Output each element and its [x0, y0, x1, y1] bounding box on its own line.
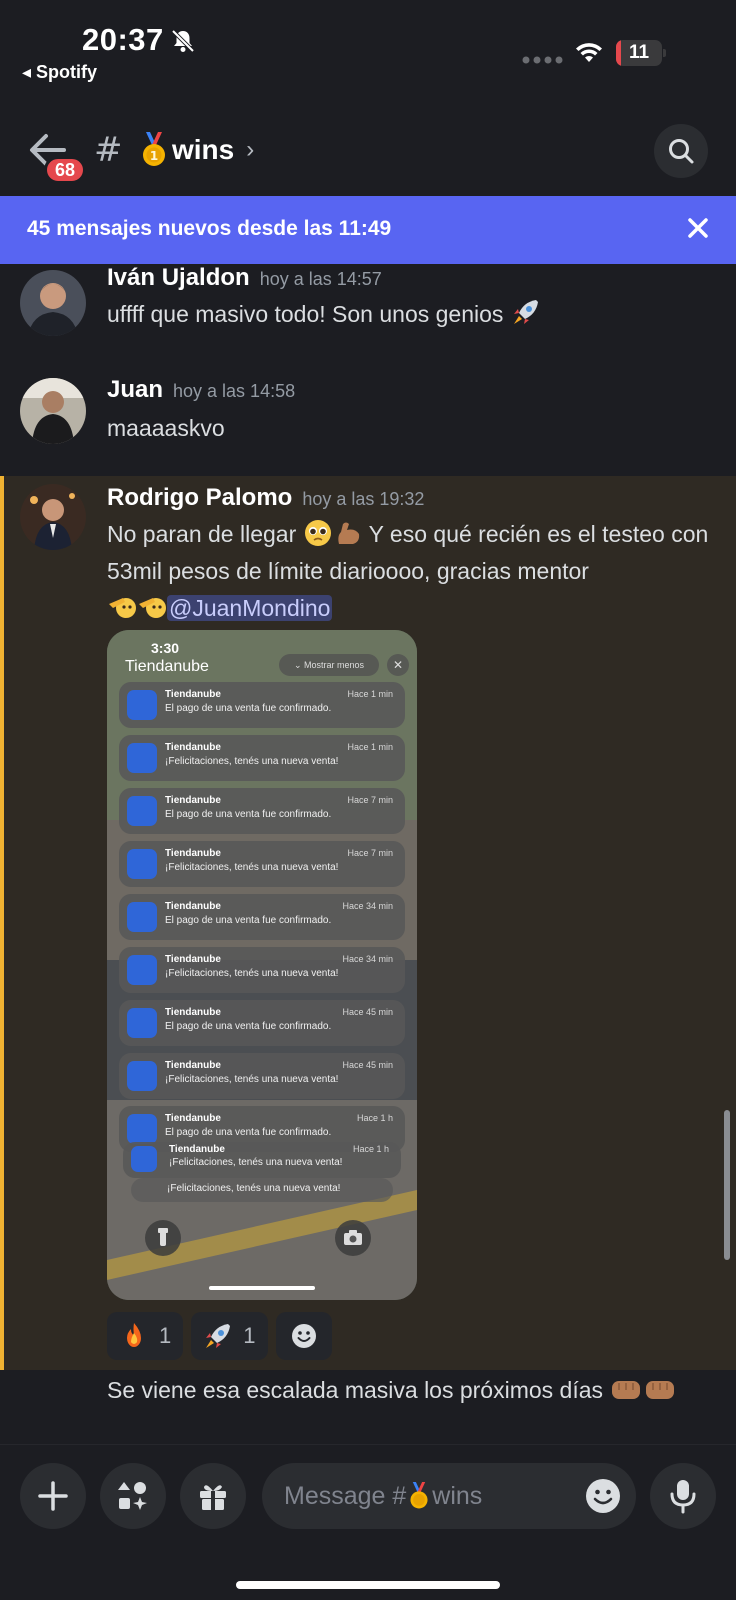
attachment-home-indicator [209, 1286, 315, 1290]
svg-text:1: 1 [150, 149, 158, 163]
battery-level: 11 [628, 42, 650, 63]
channel-header: 68 # 1 wins › [0, 100, 736, 196]
notification: Tiendanube ¡Felicitaciones, tenés una nu… [119, 947, 405, 993]
medal-icon [410, 1482, 428, 1509]
tiendanube-icon [127, 1008, 157, 1038]
tiendanube-icon [127, 690, 157, 720]
attachment-time: 3:30 [151, 640, 180, 656]
image-attachment[interactable]: 3:30 Tiendanube ⌄ Mostrar menos ✕ Tienda… [107, 630, 417, 1300]
medal-icon: 1 [143, 132, 165, 166]
message-input-placeholder: Message # wins [284, 1481, 483, 1510]
message-text: maaaaskvo [107, 415, 225, 441]
avatar[interactable] [20, 484, 86, 550]
message-text: Se viene esa escalada masiva los próximo… [107, 1372, 717, 1409]
reactions-bar: 1 1 [107, 1312, 332, 1360]
salute-emoji-icon [109, 598, 136, 618]
timestamp: hoy a las 14:57 [259, 269, 382, 289]
fist-bump-emoji-icon [612, 1381, 641, 1399]
add-attachment-button[interactable] [20, 1463, 86, 1529]
search-icon [669, 139, 694, 164]
new-messages-text: 45 mensajes nuevos desde las 11:49 [27, 217, 392, 240]
status-time: 20:37 [82, 22, 164, 57]
notification: Tiendanube El pago de una venta fue conf… [119, 682, 405, 728]
fist-bump-emoji-icon [646, 1381, 675, 1399]
message-juan[interactable]: Juan hoy a las 14:58 maaaaskvo [0, 370, 736, 470]
flashlight-icon [145, 1220, 181, 1256]
microphone-icon [670, 1480, 696, 1514]
pleading-face-emoji-icon [304, 520, 331, 546]
attachment-app-name: Tiendanube [125, 658, 209, 675]
show-less-button: ⌄ Mostrar menos [279, 654, 379, 676]
add-reaction-button[interactable] [275, 1312, 332, 1360]
notification: Tiendanube ¡Felicitaciones, tenés una nu… [119, 735, 405, 781]
rocket-emoji-icon [206, 1324, 231, 1348]
bell-muted-icon [171, 29, 195, 53]
emoji-picker-icon[interactable] [584, 1477, 622, 1515]
close-icon: ✕ [387, 654, 409, 676]
user-mention[interactable]: @JuanMondino [167, 595, 333, 621]
reaction-fire[interactable]: 1 [107, 1312, 184, 1360]
avatar[interactable] [20, 378, 86, 444]
notification: Tiendanube El pago de una venta fue conf… [119, 1000, 405, 1046]
notification: Tiendanube El pago de una venta fue conf… [119, 788, 405, 834]
channel-title-button[interactable]: 1 wins › [140, 130, 254, 170]
rocket-emoji-icon [513, 300, 538, 324]
new-messages-banner[interactable]: 45 mensajes nuevos desde las 11:49 [0, 196, 736, 264]
notification-stacked: Tiendanube ¡Felicitaciones, tenés una nu… [123, 1142, 401, 1178]
tiendanube-icon [127, 796, 157, 826]
battery-indicator: 11 [616, 40, 666, 66]
tiendanube-icon [127, 849, 157, 879]
message-ivan[interactable]: Iván Ujaldon hoy a las 14:57 uffff que ma… [0, 264, 736, 364]
author-name[interactable]: Iván Ujaldon hoy a las 14:57 [107, 264, 382, 292]
gift-button[interactable] [180, 1463, 246, 1529]
plus-icon [38, 1481, 68, 1511]
signal-dots-icon [522, 56, 563, 64]
tiendanube-icon [127, 902, 157, 932]
avatar[interactable] [20, 270, 86, 336]
channel-hash-icon: # [94, 130, 123, 170]
flexed-biceps-emoji-icon [337, 522, 359, 544]
message-rodrigo[interactable]: Rodrigo Palomo hoy a las 19:32 No paran d… [0, 482, 736, 622]
apps-icon [118, 1482, 147, 1510]
message-composer: Message # wins [0, 1444, 736, 1600]
gift-icon [200, 1485, 226, 1510]
tiendanube-icon [127, 743, 157, 773]
notification: Tiendanube ¡Felicitaciones, tenés una nu… [119, 841, 405, 887]
tiendanube-icon [127, 955, 157, 985]
back-to-app-link[interactable]: ◂ Spotify [22, 62, 97, 83]
scrollbar[interactable] [724, 1110, 730, 1260]
salute-emoji-icon [139, 598, 166, 618]
reaction-rocket[interactable]: 1 [191, 1312, 268, 1360]
tiendanube-icon [127, 1114, 157, 1144]
fire-emoji-icon [127, 1323, 141, 1347]
camera-icon [335, 1220, 371, 1256]
notification-stacked: ¡Felicitaciones, tenés una nueva venta! [131, 1178, 393, 1202]
status-bar: 20:37 ◂ Spotify 11 [0, 0, 736, 100]
author-name[interactable]: Rodrigo Palomo hoy a las 19:32 [107, 484, 424, 512]
unread-badge: 68 [44, 156, 86, 184]
author-name[interactable]: Juan hoy a las 14:58 [107, 376, 295, 404]
notification: Tiendanube El pago de una venta fue conf… [119, 894, 405, 940]
tiendanube-icon [131, 1146, 157, 1172]
close-icon[interactable] [684, 214, 712, 242]
channel-name: wins [172, 134, 235, 165]
search-button[interactable] [654, 124, 708, 178]
apps-button[interactable] [100, 1463, 166, 1529]
message-input[interactable]: Message # wins [262, 1463, 636, 1529]
notification: Tiendanube ¡Felicitaciones, tenés una nu… [119, 1053, 405, 1099]
home-indicator [236, 1581, 500, 1589]
message-text: uffff que masivo todo! Son unos genios [107, 296, 717, 333]
wifi-icon [576, 43, 602, 62]
tiendanube-icon [127, 1061, 157, 1091]
message-text: No paran de llegar Y eso qué recién es e… [107, 516, 717, 627]
smiley-icon [291, 1324, 316, 1348]
voice-message-button[interactable] [650, 1463, 716, 1529]
chevron-right-icon: › [246, 136, 255, 163]
timestamp: hoy a las 14:58 [173, 381, 296, 401]
message-followup[interactable]: Se viene esa escalada masiva los próximo… [0, 1372, 736, 1432]
timestamp: hoy a las 19:32 [302, 489, 425, 509]
